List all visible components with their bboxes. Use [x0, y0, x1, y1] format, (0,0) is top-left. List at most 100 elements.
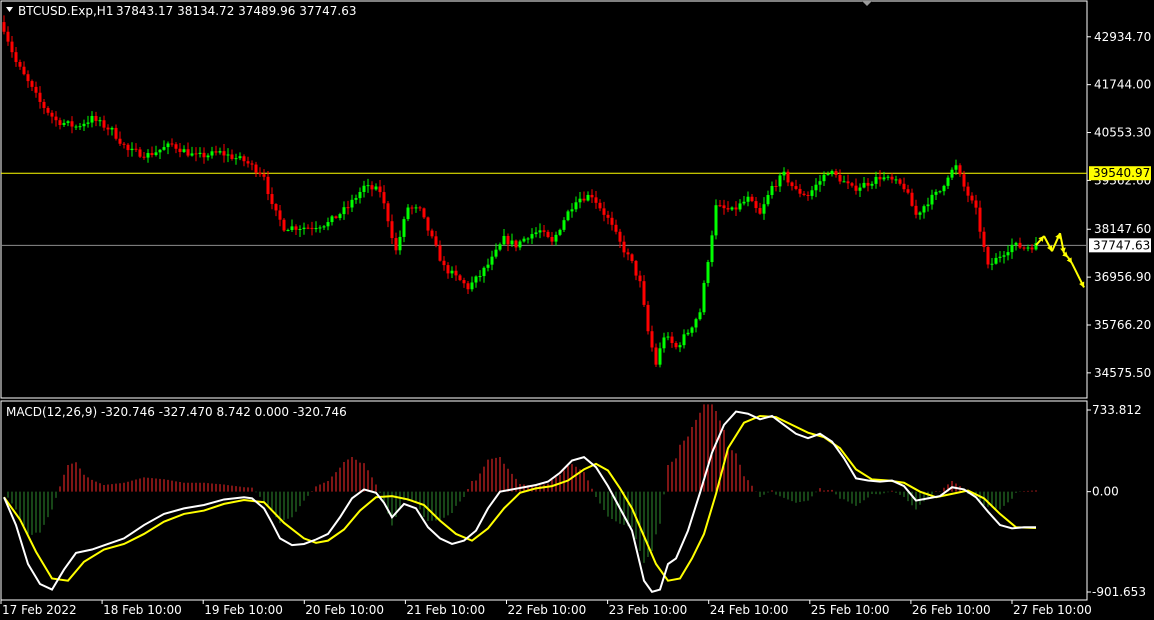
candle-body	[162, 147, 166, 150]
candle-body	[502, 235, 506, 245]
candle-body	[686, 332, 690, 335]
candle-body	[242, 156, 246, 162]
candle-body	[866, 182, 870, 186]
candle-body	[894, 179, 898, 181]
candle-body	[770, 185, 774, 196]
candle-body	[634, 260, 638, 276]
candle-body	[394, 238, 398, 251]
candle-body	[638, 275, 642, 282]
candle-body	[202, 152, 206, 158]
candle-body	[354, 198, 358, 200]
candle-body	[82, 123, 86, 127]
candle-body	[726, 208, 730, 210]
candle-body	[446, 265, 450, 274]
candle-body	[74, 126, 78, 128]
candle-body	[782, 171, 786, 176]
candle-body	[618, 231, 622, 242]
candle-body	[514, 240, 518, 248]
candle-body	[494, 249, 498, 257]
macd-header: MACD(12,26,9) -320.746 -327.470 8.742 0.…	[6, 405, 347, 419]
candle-body	[718, 205, 722, 207]
candle-body	[938, 191, 942, 193]
candle	[282, 218, 286, 232]
candle-body	[950, 169, 954, 178]
candle-body	[314, 228, 318, 230]
candle-body	[454, 270, 458, 276]
candle-body	[538, 230, 542, 233]
price-tick-label: 34575.50	[1094, 366, 1151, 380]
candle-body	[830, 171, 834, 175]
candle-body	[226, 154, 230, 156]
candle-body	[206, 155, 210, 158]
price-badge-label: 39540.97	[1093, 166, 1150, 180]
candle-body	[126, 144, 130, 151]
time-tick-label: 20 Feb 10:00	[305, 603, 384, 617]
symbol-label: BTCUSD.Exp,H1	[18, 4, 113, 18]
candle-body	[1010, 244, 1014, 253]
candle-body	[54, 116, 58, 121]
candle-body	[706, 262, 710, 283]
candle-body	[214, 151, 218, 153]
candle-body	[890, 176, 894, 180]
candle-body	[426, 217, 430, 231]
candle-body	[186, 149, 190, 156]
candle-body	[858, 187, 862, 191]
candle-body	[2, 22, 6, 32]
candle-body	[662, 337, 666, 349]
ohlc-values: 37843.17 38134.72 37489.96 37747.63	[116, 4, 356, 18]
chart-root: 42934.7041744.0040553.3039362.6038147.60…	[0, 0, 1154, 620]
candle-body	[614, 224, 618, 232]
candle-body	[598, 202, 602, 209]
candle-body	[474, 276, 478, 283]
candle-body	[522, 238, 526, 242]
candle-body	[302, 227, 306, 230]
candle-body	[442, 260, 446, 266]
candle-body	[550, 237, 554, 242]
candle-body	[822, 174, 826, 182]
candle-body	[1030, 247, 1034, 250]
candle	[422, 207, 426, 220]
candle-body	[954, 165, 958, 170]
candle-body	[666, 336, 670, 338]
candle-body	[58, 120, 62, 126]
candle-body	[530, 234, 534, 239]
candle-body	[506, 235, 510, 245]
candle-body	[278, 210, 282, 220]
candle-body	[250, 163, 254, 165]
candle-body	[106, 127, 110, 130]
candle-body	[194, 153, 198, 155]
candle-body	[862, 182, 866, 188]
candle-body	[922, 206, 926, 213]
candle-body	[898, 179, 902, 184]
candle-body	[386, 203, 390, 222]
candle-body	[518, 241, 522, 248]
candle-body	[642, 281, 646, 305]
candle-body	[486, 264, 490, 268]
candle-body	[910, 192, 914, 206]
candle-body	[210, 151, 214, 156]
candle-body	[414, 207, 418, 209]
candle-body	[974, 200, 978, 208]
candle-body	[62, 122, 66, 126]
candle-body	[138, 149, 142, 157]
macd-tick-label: 733.812	[1092, 403, 1142, 417]
price-tick-label: 35766.20	[1094, 318, 1151, 332]
candle	[710, 230, 714, 267]
candle-body	[622, 241, 626, 253]
candle-body	[342, 207, 346, 215]
candle-body	[842, 181, 846, 183]
candle-body	[234, 158, 238, 160]
candle-body	[934, 191, 938, 195]
candle-body	[766, 195, 770, 205]
candle-body	[982, 231, 986, 248]
candle-body	[102, 120, 106, 128]
time-tick-label: 26 Feb 10:00	[912, 603, 991, 617]
candle-body	[874, 176, 878, 184]
price-badge-label: 37747.63	[1093, 238, 1150, 252]
candle-body	[654, 347, 658, 365]
candle-body	[18, 61, 22, 67]
macd-tick-label: 0.00	[1092, 485, 1119, 499]
chart-background	[0, 0, 1154, 620]
candle-body	[722, 205, 726, 209]
time-tick-label: 24 Feb 10:00	[710, 603, 789, 617]
